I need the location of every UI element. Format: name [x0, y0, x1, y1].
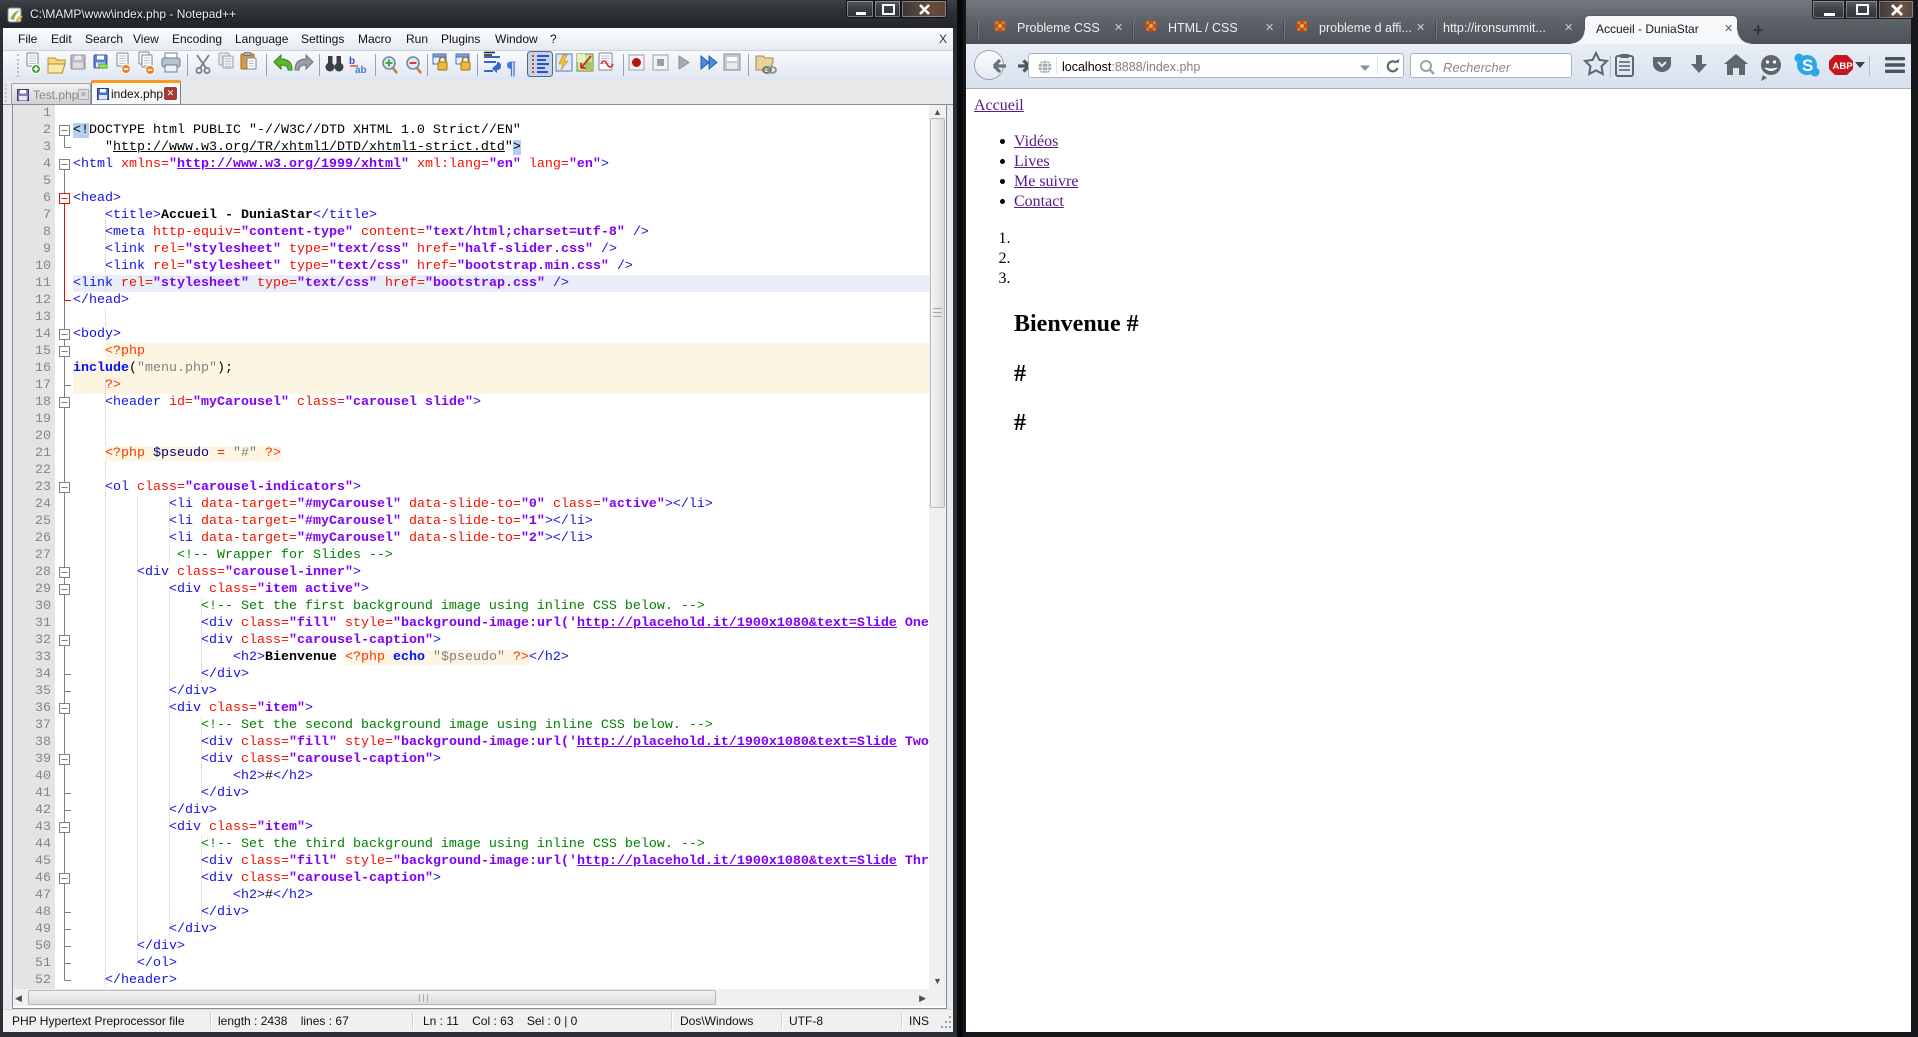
svg-text:ABP: ABP — [1833, 61, 1854, 72]
svg-text:¶: ¶ — [506, 58, 516, 79]
svg-text:S: S — [1802, 56, 1813, 75]
